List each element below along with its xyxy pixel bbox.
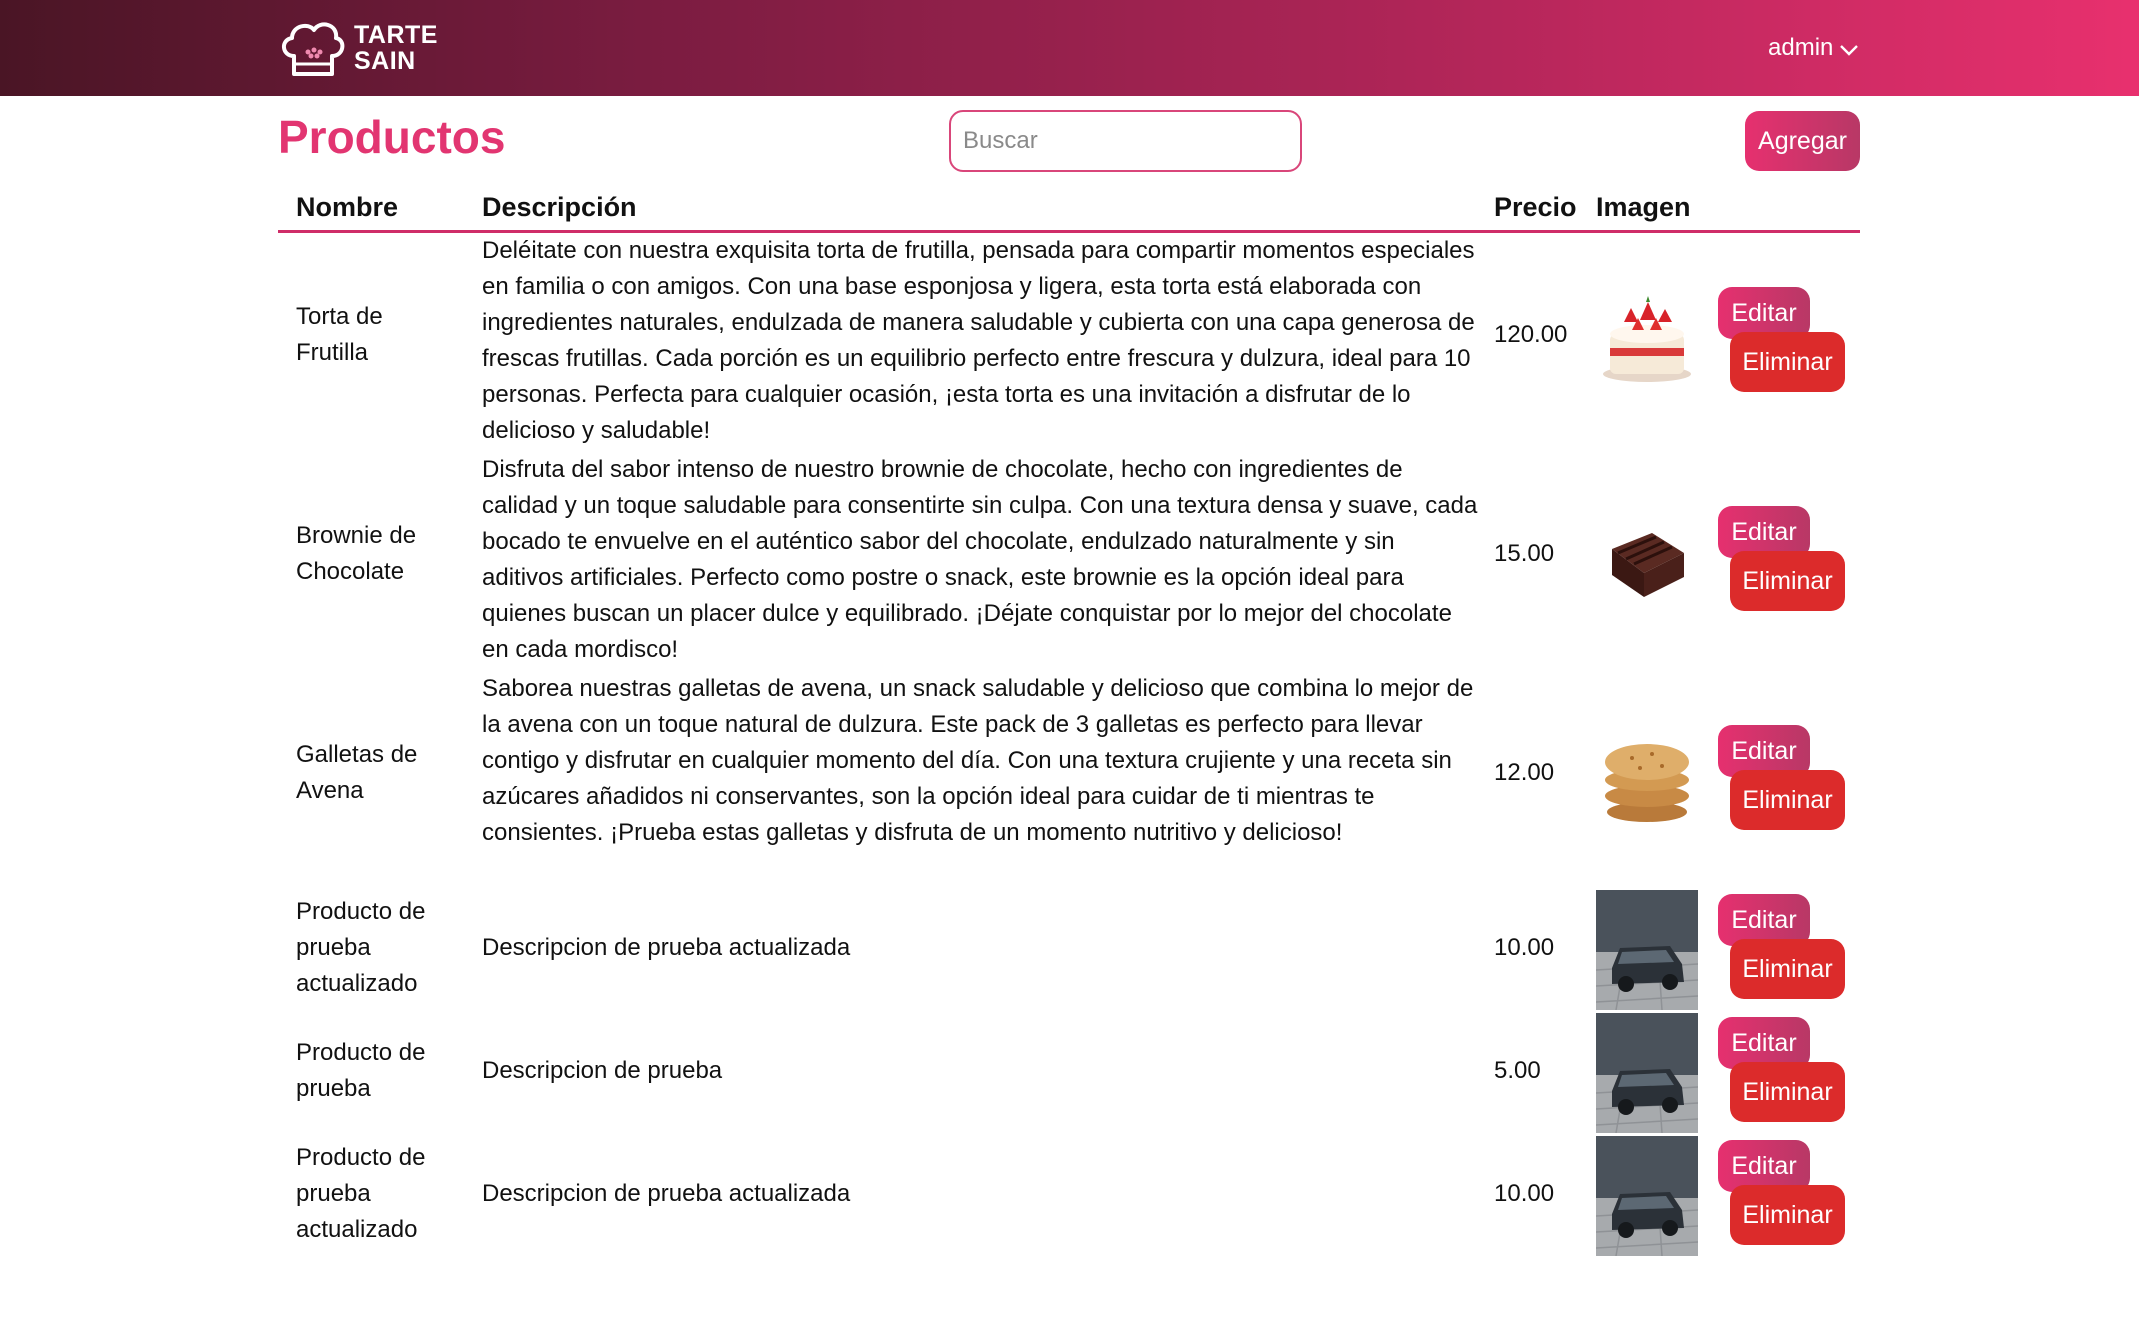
brand-line-1: TARTE [354, 21, 438, 49]
product-price: 15.00 [1494, 540, 1555, 567]
product-image [1596, 1136, 1698, 1256]
product-price: 12.00 [1494, 759, 1555, 786]
table-row: Galletas de Avena Saborea nuestras galle… [278, 671, 1860, 890]
user-menu[interactable]: admin [1768, 30, 1859, 66]
brand-logo[interactable]: TARTE SAIN [276, 16, 438, 80]
product-name: Torta de Frutilla [296, 303, 383, 366]
product-image [1596, 501, 1698, 621]
table-row: Producto de prueba actualizado Descripci… [278, 890, 1860, 1013]
product-price: 120.00 [1494, 321, 1568, 348]
products-table: Nombre Descripción Precio Imagen Torta d… [278, 186, 1860, 1259]
header-imagen: Imagen [1596, 192, 1691, 222]
header-precio: Precio [1494, 192, 1577, 222]
product-description: Disfruta del sabor intenso de nuestro br… [482, 456, 1478, 663]
product-name: Producto de prueba actualizado [296, 1144, 426, 1243]
car-photo-image [1596, 1013, 1698, 1133]
product-description: Deléitate con nuestra exquisita torta de… [482, 237, 1475, 444]
table-row: Producto de prueba Descripcion de prueba… [278, 1013, 1860, 1136]
product-image [1596, 890, 1698, 1010]
table-row: Brownie de Chocolate Disfruta del sabor … [278, 452, 1860, 671]
product-image [1596, 720, 1698, 840]
product-image [1596, 282, 1698, 402]
delete-button[interactable]: Eliminar [1730, 1062, 1845, 1122]
page-title: Productos [278, 111, 506, 163]
header-nombre: Nombre [296, 192, 399, 222]
header-descripcion: Descripción [482, 192, 637, 222]
product-description: Descripcion de prueba actualizada [482, 1180, 851, 1207]
chef-hat-icon [282, 22, 345, 76]
table-row: Producto de prueba actualizado Descripci… [278, 1136, 1860, 1259]
delete-button[interactable]: Eliminar [1730, 1185, 1845, 1245]
car-photo-image [1596, 1136, 1698, 1256]
product-description: Saborea nuestras galletas de avena, un s… [482, 675, 1474, 846]
product-description: Descripcion de prueba actualizada [482, 934, 851, 961]
product-name: Galletas de Avena [296, 741, 418, 804]
chevron-down-icon [1840, 45, 1859, 56]
top-navbar: TARTE SAIN admin [0, 0, 2139, 96]
delete-button[interactable]: Eliminar [1730, 770, 1845, 830]
product-name: Brownie de Chocolate [296, 522, 417, 585]
car-photo-image [1596, 890, 1698, 1010]
table-row: Torta de Frutilla Deléitate con nuestra … [278, 233, 1860, 452]
table-header: Nombre Descripción Precio Imagen [278, 186, 1860, 233]
product-name: Producto de prueba [296, 1039, 426, 1102]
brownie-image [1612, 533, 1684, 597]
product-price: 10.00 [1494, 934, 1555, 961]
add-product-button[interactable]: Agregar [1745, 111, 1860, 171]
search-input[interactable] [949, 110, 1302, 172]
product-price: 10.00 [1494, 1180, 1555, 1207]
oat-cookies-image [1605, 744, 1689, 822]
product-name: Producto de prueba actualizado [296, 898, 426, 997]
product-description: Descripcion de prueba [482, 1057, 723, 1084]
product-image [1596, 1013, 1698, 1133]
user-menu-label: admin [1768, 34, 1834, 61]
delete-button[interactable]: Eliminar [1730, 939, 1845, 999]
brand-line-2: SAIN [354, 47, 416, 75]
product-price: 5.00 [1494, 1057, 1541, 1084]
delete-button[interactable]: Eliminar [1730, 332, 1845, 392]
strawberry-cake-image [1603, 296, 1691, 382]
delete-button[interactable]: Eliminar [1730, 551, 1845, 611]
brand-name: TARTE SAIN [354, 22, 438, 74]
